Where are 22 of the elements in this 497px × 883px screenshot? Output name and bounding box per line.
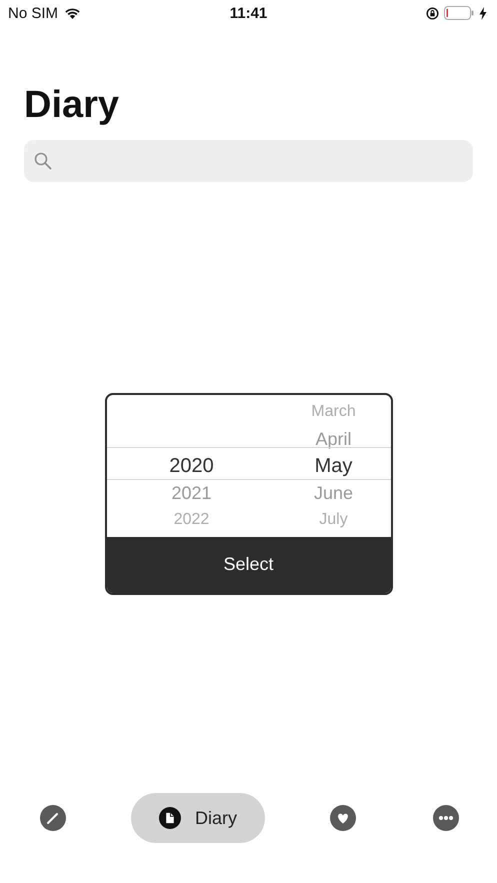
charging-icon xyxy=(479,6,487,20)
picker-option[interactable]: June xyxy=(314,482,354,504)
battery-icon xyxy=(444,6,474,20)
picker-option[interactable]: 2022 xyxy=(174,511,210,529)
page-title: Diary xyxy=(24,83,120,128)
picker-option[interactable]: April xyxy=(315,428,352,450)
picker-option[interactable]: July xyxy=(319,511,348,529)
orientation-lock-icon xyxy=(426,6,439,20)
picker-option[interactable]: 2020 xyxy=(169,454,214,478)
search-icon xyxy=(34,152,52,170)
picker-option[interactable]: March xyxy=(311,403,356,421)
select-button[interactable]: Select xyxy=(106,536,390,592)
picker-option[interactable]: 2021 xyxy=(171,482,212,504)
document-icon xyxy=(159,805,181,831)
wifi-icon xyxy=(64,7,82,19)
tab-item[interactable]: Diary xyxy=(131,793,265,843)
picker-option[interactable]: May xyxy=(314,454,352,478)
carrier-text: No SIM xyxy=(8,4,58,22)
search-field[interactable] xyxy=(24,140,473,182)
more-icon xyxy=(433,805,459,831)
clock-time: 11:41 xyxy=(230,4,268,22)
pencil-icon xyxy=(40,805,66,831)
